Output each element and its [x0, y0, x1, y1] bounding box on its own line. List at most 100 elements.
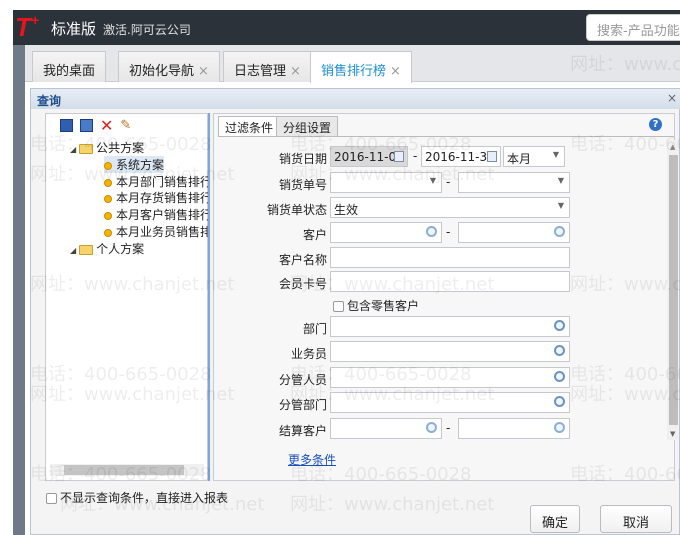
- tree-item[interactable]: 本月业务员销售排: [104, 223, 212, 240]
- scheme-icon: [104, 194, 112, 203]
- search-add-icon[interactable]: [554, 320, 565, 331]
- status-label: 销货单状态: [266, 203, 327, 217]
- search-add-icon[interactable]: [554, 371, 565, 382]
- date-to-field[interactable]: 2016-11-30: [421, 146, 501, 167]
- scrollbar-thumb[interactable]: [669, 155, 678, 425]
- status-select-value: 生效: [334, 203, 359, 217]
- search-icon[interactable]: [554, 226, 565, 237]
- close-icon[interactable]: ×: [290, 64, 301, 79]
- checkbox-icon[interactable]: [333, 301, 344, 312]
- customer-name-input[interactable]: [330, 247, 570, 268]
- customer-from[interactable]: [330, 222, 442, 243]
- scheme-icon: [104, 178, 112, 187]
- tab-sales-ranking[interactable]: 销售排行榜 ×: [310, 51, 412, 83]
- date-to-field-value: 2016-11-30: [425, 150, 495, 164]
- app-header: T+ 标准版 激活.阿可云公司 搜索-产品功能: [13, 10, 680, 45]
- range-dash: -: [413, 149, 418, 163]
- salesman-input[interactable]: [330, 341, 570, 362]
- order-number-to[interactable]: ▼: [458, 172, 570, 193]
- help-icon[interactable]: ?: [649, 118, 662, 131]
- customer-name-label: 客户名称: [278, 253, 327, 267]
- edit-icon[interactable]: ✎: [120, 119, 131, 132]
- chevron-down-icon[interactable]: ▼: [553, 150, 559, 159]
- range-dash: -: [446, 175, 451, 189]
- tree-item[interactable]: 本月部门销售排行: [104, 173, 212, 190]
- range-dash: -: [446, 421, 451, 435]
- tab-desktop[interactable]: 我的桌面: [32, 51, 107, 82]
- settlement-customer-from[interactable]: [330, 418, 442, 439]
- search-input[interactable]: 搜索-产品功能: [586, 14, 680, 41]
- calendar-icon[interactable]: [487, 151, 497, 162]
- horizontal-scrollbar[interactable]: [50, 464, 204, 476]
- period-select-value: 本月: [507, 152, 532, 166]
- tab-bar: 我的桌面 初始化导航 × 日志管理 × 销售排行榜 ×: [25, 45, 680, 83]
- search-add-icon[interactable]: [554, 345, 565, 356]
- manager-input[interactable]: [330, 367, 570, 388]
- close-icon[interactable]: ×: [390, 64, 401, 79]
- tab-init-guide[interactable]: 初始化导航 ×: [118, 51, 220, 82]
- ok-button[interactable]: 确定: [530, 505, 580, 533]
- tree-node-public[interactable]: ◢ 公共方案: [70, 139, 144, 156]
- chevron-down-icon[interactable]: ▼: [430, 176, 436, 185]
- scroll-up-icon[interactable]: ▲: [670, 143, 675, 151]
- calendar-icon[interactable]: [394, 151, 404, 162]
- skip-query-checkbox[interactable]: 不显示查询条件，直接进入报表: [46, 489, 228, 506]
- order-number-from[interactable]: ▼: [330, 172, 442, 193]
- close-icon[interactable]: ×: [667, 91, 677, 105]
- retail-customer-checkbox[interactable]: 包含零售客户: [333, 297, 419, 314]
- logo: T+: [15, 12, 40, 42]
- search-add-icon[interactable]: [554, 396, 565, 407]
- status-select[interactable]: 生效 ▼: [330, 197, 570, 218]
- close-icon[interactable]: ×: [198, 64, 209, 79]
- tab-group-settings[interactable]: 分组设置: [276, 116, 339, 136]
- scheme-icon: [104, 161, 112, 170]
- customer-label: 客户: [302, 228, 327, 242]
- tree-item[interactable]: 本月存货销售排行: [104, 189, 212, 206]
- member-card-input[interactable]: [330, 271, 570, 292]
- more-conditions-link[interactable]: 更多条件: [288, 451, 336, 468]
- settlement-customer-label: 结算客户: [278, 424, 327, 438]
- settlement-customer-to[interactable]: [458, 418, 570, 439]
- side-strip: [13, 45, 25, 535]
- folder-icon: [79, 244, 94, 255]
- scheme-panel: ✕ ✎ ◢ 公共方案 系统方案 本月部门销售排行 本月存货销售排行 本月客户销售排…: [45, 113, 212, 481]
- folder-icon: [79, 143, 94, 154]
- delete-icon[interactable]: ✕: [100, 118, 113, 134]
- expand-icon[interactable]: ◢: [70, 246, 76, 255]
- save-icon[interactable]: [60, 119, 73, 132]
- manager-label: 分管人员: [278, 373, 327, 387]
- manager-department-label: 分管部门: [278, 398, 327, 412]
- tab-log[interactable]: 日志管理 ×: [223, 51, 312, 82]
- tree-node-personal[interactable]: ◢ 个人方案: [70, 240, 144, 257]
- edition-label: 标准版: [51, 20, 97, 38]
- range-dash: -: [446, 225, 451, 239]
- period-select[interactable]: 本月 ▼: [503, 146, 565, 167]
- save-as-icon[interactable]: [80, 119, 93, 132]
- scheme-icon: [104, 228, 112, 237]
- manager-department-input[interactable]: [330, 392, 570, 413]
- tab-filter-conditions[interactable]: 过滤条件: [218, 116, 281, 136]
- tree-item[interactable]: 系统方案: [104, 156, 165, 173]
- dialog-title: 查询: [31, 89, 680, 109]
- search-icon[interactable]: [426, 226, 437, 237]
- chevron-down-icon[interactable]: ▼: [558, 201, 564, 210]
- customer-to[interactable]: [458, 222, 570, 243]
- tree-item[interactable]: 本月客户销售排行: [104, 206, 212, 223]
- checkbox-icon[interactable]: [46, 493, 57, 504]
- order-number-label: 销货单号: [278, 178, 327, 192]
- chevron-down-icon[interactable]: ▼: [558, 176, 564, 185]
- checkbox-label: 包含零售客户: [347, 299, 420, 313]
- department-input[interactable]: [330, 316, 570, 337]
- scrollbar-thumb[interactable]: [64, 465, 184, 475]
- expand-icon[interactable]: ◢: [70, 145, 76, 154]
- search-icon[interactable]: [554, 422, 565, 433]
- divider: [218, 136, 674, 137]
- department-label: 部门: [302, 322, 327, 336]
- company-link[interactable]: 激活.阿可云公司: [103, 21, 191, 38]
- date-from-field[interactable]: 2016-11-01: [330, 146, 408, 167]
- scheme-icon: [104, 211, 112, 220]
- salesman-label: 业务员: [290, 347, 327, 361]
- cancel-button[interactable]: 取消: [600, 505, 672, 533]
- scroll-down-icon[interactable]: ▼: [670, 430, 675, 438]
- search-icon[interactable]: [426, 422, 437, 433]
